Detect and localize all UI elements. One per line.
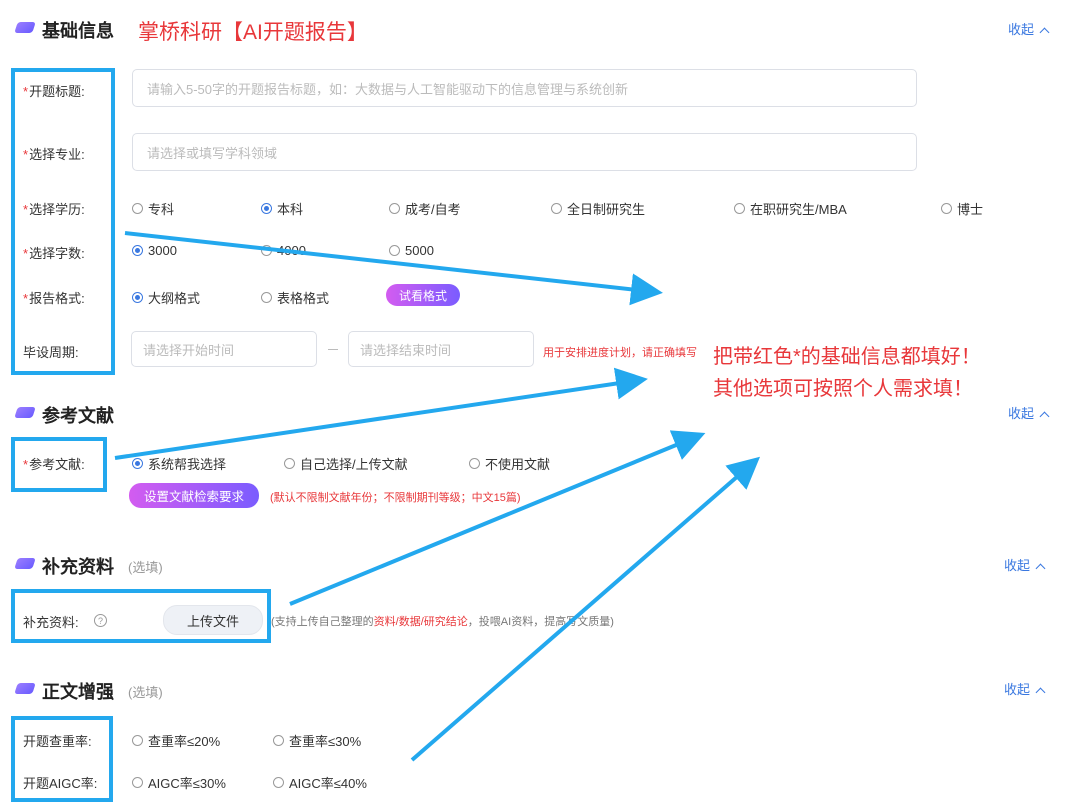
supplement-note: (支持上传自己整理的资料/数据/研究结论，投喂AI资料，提高写文质量): [271, 616, 614, 628]
collapse-button-basic[interactable]: 收起: [1008, 19, 1050, 38]
aigc-option-30[interactable]: AIGC率≤30%: [132, 773, 226, 792]
period-start-input[interactable]: 请选择开始时间: [131, 331, 317, 367]
aigc-option-40[interactable]: AIGC率≤40%: [273, 773, 367, 792]
radio-circle: [132, 777, 143, 788]
radio-circle: [132, 245, 143, 256]
section-icon-enhance: [14, 683, 36, 694]
wordcount-option-5000[interactable]: 5000: [389, 243, 434, 258]
format-option-outline[interactable]: 大纲格式: [132, 288, 200, 307]
radio-circle: [132, 458, 143, 469]
radio-circle: [132, 203, 143, 214]
collapse-button-enhance[interactable]: 收起: [1004, 679, 1046, 698]
annotation-arrow-4: [410, 456, 761, 762]
collapse-label: 收起: [1008, 406, 1035, 421]
radio-circle: [284, 458, 295, 469]
topic-placeholder: 请输入5-50字的开题报告标题，如：大数据与人工智能驱动下的信息管理与系统创新: [147, 81, 629, 97]
education-option-chengkao[interactable]: 成考/自考: [389, 199, 461, 218]
section-icon-supplement: [14, 558, 36, 569]
annotation-text-line2: 其他选项可按照个人需求填！: [713, 378, 973, 400]
section-title-references: 参考文献: [42, 406, 114, 426]
annotation-text-line1: 把带红色*的基础信息都填好！: [713, 346, 981, 368]
education-option-fulltime-grad[interactable]: 全日制研究生: [551, 199, 645, 218]
section-title-enhance: 正文增强: [42, 682, 114, 702]
radio-circle: [273, 777, 284, 788]
annotation-box-required-labels: [11, 68, 115, 375]
major-input[interactable]: 请选择或填写学科领域: [132, 133, 917, 171]
chevron-up-icon: [1035, 563, 1046, 574]
major-placeholder: 请选择或填写学科领域: [147, 145, 278, 161]
format-option-table[interactable]: 表格格式: [261, 288, 329, 307]
period-note: 用于安排进度计划，请正确填写: [543, 347, 697, 359]
education-option-phd[interactable]: 博士: [941, 199, 983, 218]
section-icon-references: [14, 407, 36, 418]
wordcount-option-3000[interactable]: 3000: [132, 243, 177, 258]
chevron-up-icon: [1035, 687, 1046, 698]
chevron-up-icon: [1039, 411, 1050, 422]
period-end-input[interactable]: 请选择结束时间: [348, 331, 534, 367]
radio-circle: [273, 735, 284, 746]
period-start-placeholder: 请选择开始时间: [143, 342, 235, 358]
references-option-none[interactable]: 不使用文献: [469, 454, 550, 473]
references-option-self-upload[interactable]: 自己选择/上传文献: [284, 454, 408, 473]
references-option-system[interactable]: 系统帮我选择: [132, 454, 226, 473]
radio-circle: [734, 203, 745, 214]
radio-circle: [469, 458, 480, 469]
wordcount-option-4000[interactable]: 4000: [261, 243, 306, 258]
education-option-zhuanke[interactable]: 专科: [132, 199, 174, 218]
radio-circle: [389, 245, 400, 256]
chevron-up-icon: [1039, 27, 1050, 38]
radio-circle: [132, 292, 143, 303]
period-end-placeholder: 请选择结束时间: [360, 342, 452, 358]
references-settings-note: (默认不限制文献年份；不限制期刊等级；中文15篇): [270, 492, 521, 504]
annotation-arrow-1: [124, 231, 663, 306]
format-preview-button[interactable]: 试看格式: [386, 284, 460, 306]
collapse-label: 收起: [1004, 682, 1031, 697]
collapse-label: 收起: [1008, 22, 1035, 37]
section-icon-basic: [14, 22, 36, 33]
optional-tag-supplement: (选填): [128, 560, 163, 575]
brand-title: 掌桥科研【AI开题报告】: [138, 21, 368, 44]
radio-circle: [551, 203, 562, 214]
collapse-button-supplement[interactable]: 收起: [1004, 555, 1046, 574]
supplement-note-highlight: 资料/数据/研究结论: [373, 616, 468, 628]
radio-circle: [941, 203, 952, 214]
collapse-label: 收起: [1004, 558, 1031, 573]
topic-input[interactable]: 请输入5-50字的开题报告标题，如：大数据与人工智能驱动下的信息管理与系统创新: [132, 69, 917, 107]
plagiarism-option-20[interactable]: 查重率≤20%: [132, 731, 220, 750]
plagiarism-option-30[interactable]: 查重率≤30%: [273, 731, 361, 750]
optional-tag-enhance: (选填): [128, 685, 163, 700]
annotation-arrow-2: [114, 367, 648, 460]
radio-circle: [132, 735, 143, 746]
period-separator: [328, 349, 338, 350]
radio-circle: [261, 203, 272, 214]
section-title-supplement: 补充资料: [42, 557, 114, 577]
annotation-box-supplement: [11, 589, 271, 643]
annotation-box-references: [11, 437, 107, 492]
education-option-benke[interactable]: 本科: [261, 199, 303, 218]
education-option-parttime-mba[interactable]: 在职研究生/MBA: [734, 199, 847, 218]
radio-circle: [261, 245, 272, 256]
radio-circle: [389, 203, 400, 214]
collapse-button-references[interactable]: 收起: [1008, 403, 1050, 422]
annotation-box-enhance: [11, 716, 113, 802]
references-settings-button[interactable]: 设置文献检索要求: [129, 483, 259, 508]
radio-circle: [261, 292, 272, 303]
section-title-basic: 基础信息: [42, 21, 114, 41]
